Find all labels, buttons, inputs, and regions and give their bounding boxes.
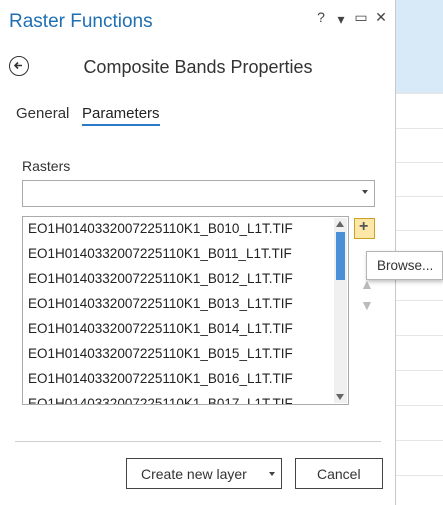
rasters-dropdown[interactable] xyxy=(22,180,375,207)
add-plus-icon[interactable]: + xyxy=(354,218,375,239)
chevron-down-icon[interactable] xyxy=(269,472,275,476)
scroll-down-icon[interactable] xyxy=(336,394,344,400)
list-item[interactable]: EO1H0140332007225110K1_B015_L1T.TIF xyxy=(28,346,293,361)
background-row-divider xyxy=(396,93,443,94)
browse-tooltip: Browse... xyxy=(366,251,443,280)
background-row-divider xyxy=(396,230,443,231)
move-down-icon[interactable]: ▼ xyxy=(360,297,374,313)
background-row-divider xyxy=(396,440,443,441)
background-row-divider xyxy=(396,196,443,197)
background-row-divider xyxy=(396,300,443,301)
properties-heading: Composite Bands Properties xyxy=(83,57,313,77)
scrollbar-thumb[interactable] xyxy=(336,232,345,280)
background-band xyxy=(396,0,443,93)
tab-parameters[interactable]: Parameters xyxy=(82,105,160,126)
list-item[interactable]: EO1H0140332007225110K1_B011_L1T.TIF xyxy=(28,246,292,261)
background-row-divider xyxy=(396,370,443,371)
pane-menu-icon[interactable]: ▾ xyxy=(332,11,350,28)
list-item[interactable]: EO1H0140332007225110K1_B012_L1T.TIF xyxy=(28,271,293,286)
chevron-down-icon xyxy=(362,190,368,194)
close-icon[interactable]: ✕ xyxy=(372,9,390,26)
rasters-label: Rasters xyxy=(22,158,71,174)
list-scrollbar[interactable] xyxy=(334,218,347,403)
list-item[interactable]: EO1H0140332007225110K1_B014_L1T.TIF xyxy=(28,321,293,336)
background-row-divider xyxy=(396,335,443,336)
rasters-list[interactable]: EO1H0140332007225110K1_B010_L1T.TIF EO1H… xyxy=(22,216,349,405)
list-item[interactable]: EO1H0140332007225110K1_B010_L1T.TIF xyxy=(28,221,293,236)
footer-divider xyxy=(15,441,381,442)
cancel-button[interactable]: Cancel xyxy=(295,458,383,489)
background-row-divider xyxy=(396,475,443,476)
raster-functions-pane: Raster Functions ? ▾ ▭ ✕ Composite Bands… xyxy=(0,0,396,505)
list-item[interactable]: EO1H0140332007225110K1_B013_L1T.TIF xyxy=(28,296,293,311)
list-item[interactable]: EO1H0140332007225110K1_B016_L1T.TIF xyxy=(28,371,293,386)
background-row-divider xyxy=(396,405,443,406)
help-icon[interactable]: ? xyxy=(312,9,330,25)
create-new-layer-button[interactable]: Create new layer xyxy=(126,458,282,489)
tab-general[interactable]: General xyxy=(16,105,69,122)
background-row-divider xyxy=(396,162,443,163)
scroll-up-icon[interactable] xyxy=(336,221,344,227)
pane-title: Raster Functions xyxy=(9,11,153,32)
list-item[interactable]: EO1H0140332007225110K1_B017_L1T.TIF xyxy=(28,396,293,404)
restore-icon[interactable]: ▭ xyxy=(352,9,370,26)
background-row-divider xyxy=(396,128,443,129)
